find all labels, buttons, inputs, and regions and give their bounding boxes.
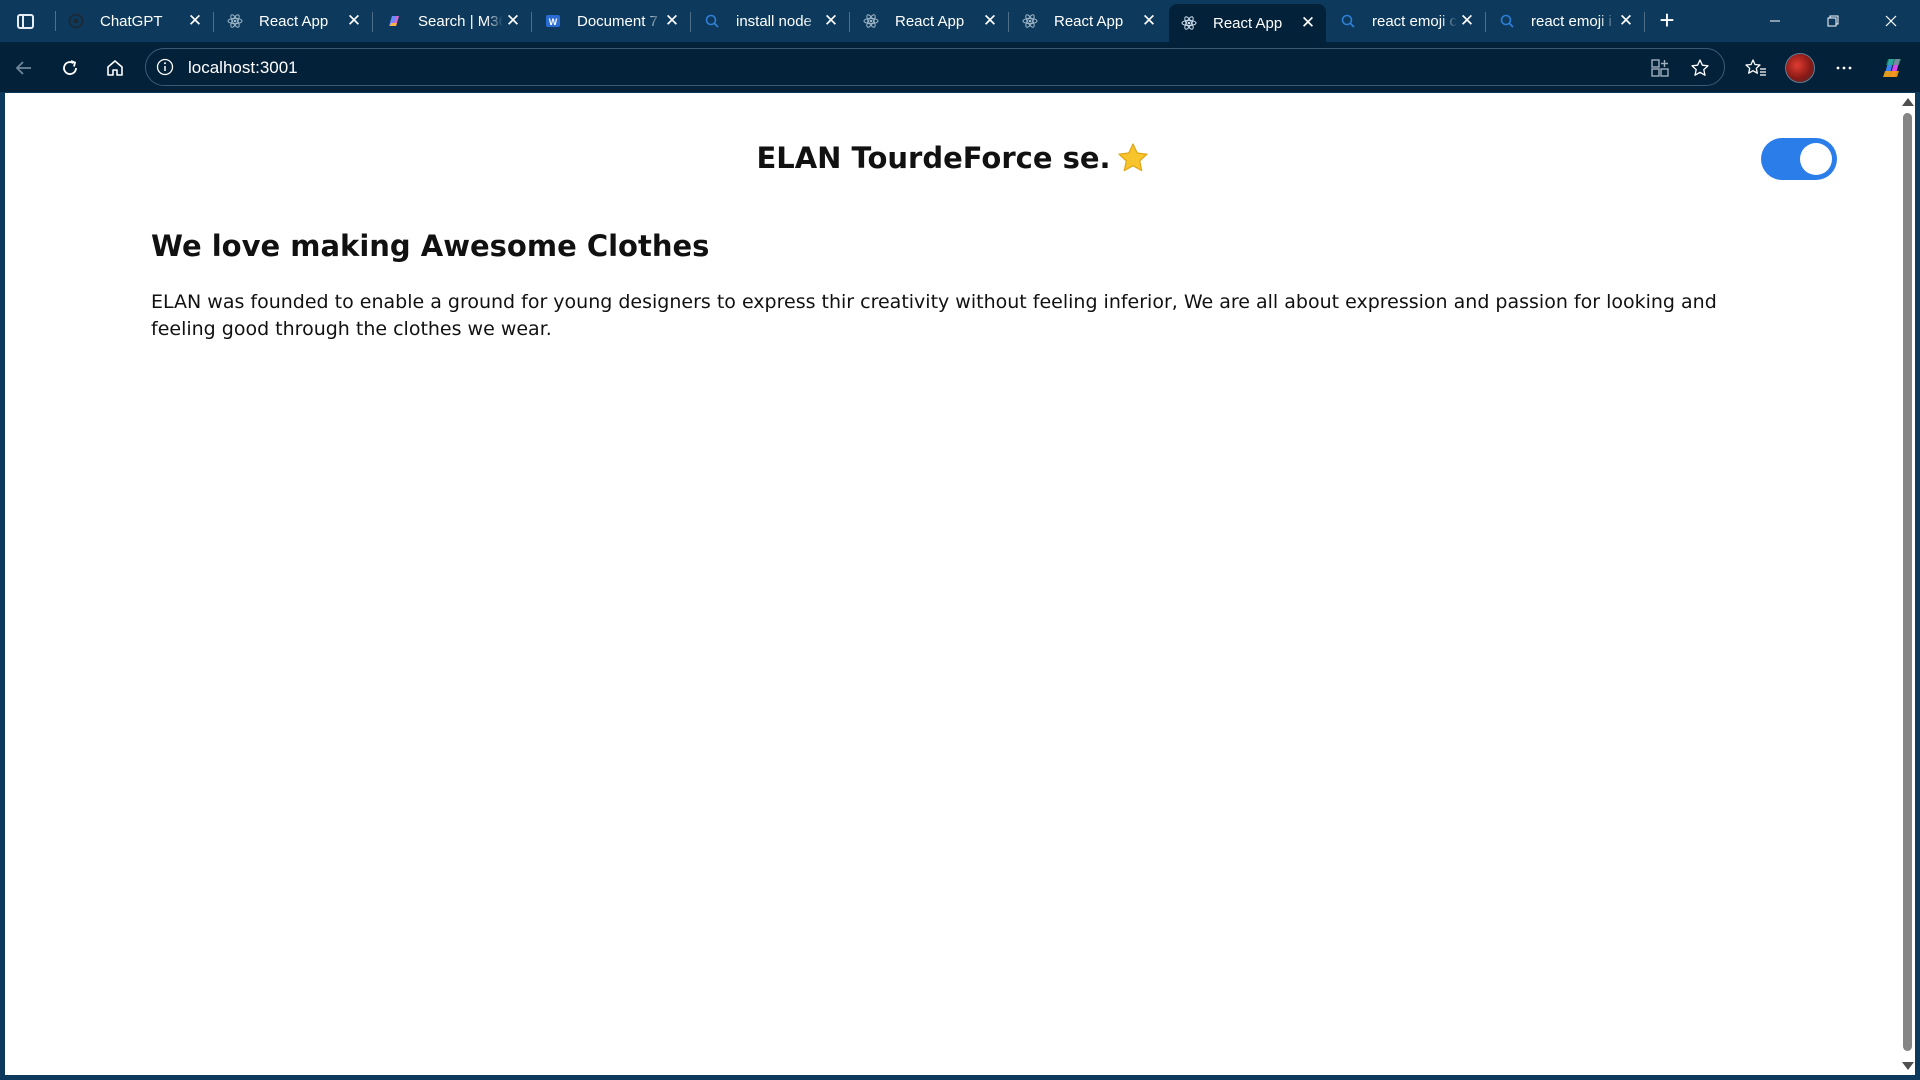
close-window-button[interactable] [1862, 0, 1920, 42]
page-header: ELAN TourdeForce se. [5, 141, 1900, 175]
close-icon[interactable]: ✕ [980, 11, 1000, 31]
tab-title: Document 7 [577, 12, 658, 30]
search-icon [1340, 13, 1356, 29]
copilot-icon [1883, 59, 1901, 77]
tab-strip: ChatGPT ✕ React App ✕ Search | M365 ✕ W … [0, 0, 1920, 42]
add-favorite-button[interactable] [1688, 56, 1712, 80]
browser-toolbar: localhost:3001 [0, 42, 1920, 92]
address-bar[interactable]: localhost:3001 [145, 48, 1725, 86]
tab-title: install node [736, 12, 812, 30]
main-content: We love making Awesome Clothes ELAN was … [151, 229, 1741, 343]
close-icon[interactable]: ✕ [662, 11, 682, 31]
react-icon [227, 13, 243, 29]
tab-separator [690, 12, 691, 32]
react-icon [1022, 13, 1038, 29]
url-text[interactable]: localhost:3001 [188, 58, 298, 78]
scrollbar-thumb[interactable] [1903, 113, 1912, 1051]
close-icon[interactable]: ✕ [821, 11, 841, 31]
copilot-button[interactable] [1876, 52, 1908, 84]
theme-toggle[interactable] [1761, 138, 1837, 180]
chatgpt-icon [68, 13, 84, 29]
new-tab-button[interactable]: + [1652, 6, 1682, 36]
minimize-icon [1770, 20, 1780, 22]
star-icon [1117, 142, 1149, 174]
close-icon[interactable]: ✕ [503, 11, 523, 31]
react-icon [1181, 15, 1197, 31]
apps-icon [1651, 59, 1669, 77]
section-body: ELAN was founded to enable a ground for … [151, 291, 1717, 340]
tab-title: ChatGPT [100, 12, 163, 30]
tab-document-7[interactable]: W Document 7 ✕ [533, 4, 691, 38]
reload-icon [63, 60, 77, 75]
react-icon [863, 13, 879, 29]
favorites-icon [1745, 59, 1766, 76]
settings-more-button[interactable] [1828, 52, 1860, 84]
scroll-up-arrow-icon[interactable] [1902, 98, 1914, 106]
brand-title: ELAN TourdeForce se. [756, 141, 1148, 175]
tab-separator [213, 12, 214, 32]
app-available-button[interactable] [1648, 56, 1672, 80]
tab-title: react emoji c [1372, 12, 1457, 30]
scroll-down-arrow-icon[interactable] [1902, 1062, 1914, 1070]
tab-react-emoji-1[interactable]: react emoji c ✕ [1328, 4, 1486, 38]
tab-title: React App [1054, 12, 1124, 30]
tab-react-app-2[interactable]: React App ✕ [851, 4, 1009, 38]
close-icon[interactable]: ✕ [1298, 13, 1318, 33]
tab-separator [372, 12, 373, 32]
tab-title: React App [1213, 14, 1283, 32]
tab-react-app-1[interactable]: React App ✕ [215, 4, 373, 38]
tab-title: React App [259, 12, 329, 30]
tab-separator [1008, 12, 1009, 32]
back-button[interactable] [8, 52, 40, 84]
section-heading: We love making Awesome Clothes [151, 229, 710, 263]
sidebar-icon [16, 13, 34, 29]
tab-separator [849, 12, 850, 32]
close-icon[interactable]: ✕ [185, 11, 205, 31]
tab-install-node[interactable]: install node ✕ [692, 4, 850, 38]
home-icon [107, 60, 123, 76]
tab-title: React App [895, 12, 965, 30]
tab-separator [1485, 12, 1486, 32]
word-icon: W [545, 13, 561, 29]
tab-react-emoji-2[interactable]: react emoji i ✕ [1487, 4, 1645, 38]
close-window-icon [1885, 15, 1897, 27]
minimize-button[interactable] [1746, 0, 1804, 42]
more-icon [1836, 66, 1852, 70]
sidebar-toggle-button[interactable] [10, 7, 40, 35]
close-icon[interactable]: ✕ [1616, 11, 1636, 31]
tab-chatgpt[interactable]: ChatGPT ✕ [56, 4, 214, 38]
search-icon [1499, 13, 1515, 29]
info-icon[interactable] [156, 58, 174, 76]
vertical-scrollbar[interactable] [1900, 93, 1915, 1075]
copilot-icon [386, 13, 402, 29]
home-button[interactable] [99, 52, 131, 84]
tab-separator [531, 12, 532, 32]
close-icon[interactable]: ✕ [1139, 11, 1159, 31]
search-icon [704, 13, 720, 29]
profile-avatar[interactable] [1785, 53, 1815, 83]
window-frame-bottom [0, 1075, 1920, 1080]
close-icon[interactable]: ✕ [344, 11, 364, 31]
tab-react-app-3[interactable]: React App ✕ [1010, 4, 1167, 38]
close-icon[interactable]: ✕ [1457, 11, 1477, 31]
restore-button[interactable] [1804, 0, 1862, 42]
tab-separator [1644, 12, 1645, 32]
back-arrow-icon [15, 61, 31, 75]
favorites-button[interactable] [1740, 52, 1772, 84]
svg-text:W: W [549, 17, 558, 27]
tab-title: Search | M365 [418, 12, 503, 30]
reload-button[interactable] [54, 52, 86, 84]
restore-icon [1827, 15, 1839, 27]
page-viewport: ELAN TourdeForce se. We love making Awes… [5, 93, 1900, 1075]
toggle-knob [1800, 143, 1832, 175]
brand-title-text: ELAN TourdeForce se. [756, 141, 1111, 175]
tab-title: react emoji i [1531, 12, 1612, 30]
tab-search-m365[interactable]: Search | M365 ✕ [374, 4, 532, 38]
star-outline-icon [1691, 59, 1709, 76]
tab-react-app-active[interactable]: React App ✕ [1169, 4, 1326, 42]
